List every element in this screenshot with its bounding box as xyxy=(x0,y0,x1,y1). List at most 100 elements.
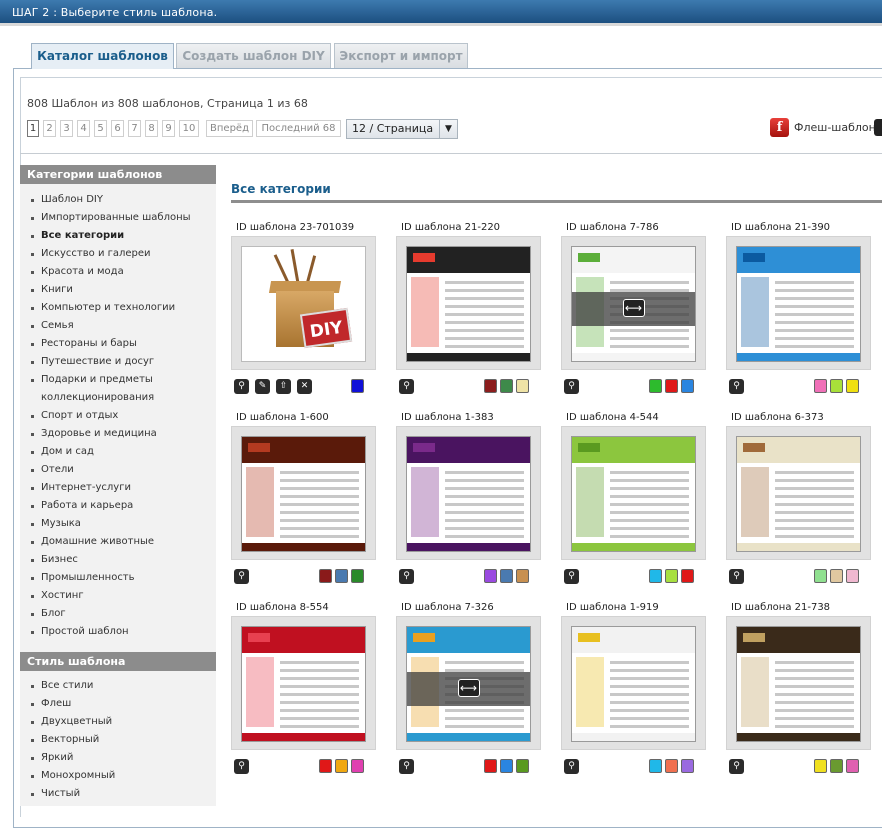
tab-template-catalog[interactable]: Каталог шаблонов xyxy=(31,43,174,69)
edit-button[interactable]: ✎ xyxy=(255,379,270,394)
sidebar-item-flash[interactable]: Флеш xyxy=(20,695,216,713)
color-swatch[interactable] xyxy=(484,759,497,773)
resize-overlay[interactable]: ⟷ xyxy=(407,672,530,706)
color-swatch[interactable] xyxy=(830,569,843,583)
color-swatch[interactable] xyxy=(335,569,348,583)
zoom-button[interactable]: ⚲ xyxy=(234,379,249,394)
sidebar-item-internet[interactable]: Интернет-услуги xyxy=(20,479,216,497)
page-link[interactable]: 5 xyxy=(94,120,107,137)
template-thumbnail[interactable]: ⟷ xyxy=(561,236,706,370)
template-thumbnail[interactable] xyxy=(726,236,871,370)
template-thumbnail[interactable] xyxy=(396,426,541,560)
color-swatch[interactable] xyxy=(846,569,859,583)
color-swatch[interactable] xyxy=(500,759,513,773)
color-swatch[interactable] xyxy=(649,569,662,583)
sidebar-item-books[interactable]: Книги xyxy=(20,281,216,299)
sidebar-item-bright[interactable]: Яркий xyxy=(20,749,216,767)
color-swatch[interactable] xyxy=(351,379,364,393)
template-thumbnail[interactable] xyxy=(561,426,706,560)
color-swatch[interactable] xyxy=(649,379,662,393)
color-swatch[interactable] xyxy=(846,759,859,773)
zoom-button[interactable]: ⚲ xyxy=(399,379,414,394)
zoom-button[interactable]: ⚲ xyxy=(399,759,414,774)
color-swatch[interactable] xyxy=(814,759,827,773)
sidebar-item-vector[interactable]: Векторный xyxy=(20,731,216,749)
tab-create-diy[interactable]: Создать шаблон DIY xyxy=(176,43,331,68)
resize-overlay[interactable]: ⟷ xyxy=(572,292,695,326)
template-thumbnail[interactable] xyxy=(726,426,871,560)
color-swatch[interactable] xyxy=(351,569,364,583)
delete-button[interactable]: ✕ xyxy=(297,379,312,394)
zoom-button[interactable]: ⚲ xyxy=(564,379,579,394)
sidebar-item-restaurants[interactable]: Рестораны и бары xyxy=(20,335,216,353)
template-thumbnail[interactable] xyxy=(231,616,376,750)
color-swatch[interactable] xyxy=(814,379,827,393)
sidebar-item-home[interactable]: Дом и сад xyxy=(20,443,216,461)
template-thumbnail[interactable] xyxy=(396,236,541,370)
zoom-button[interactable]: ⚲ xyxy=(564,569,579,584)
tab-export-import[interactable]: Экспорт и импорт xyxy=(334,43,468,68)
template-thumbnail[interactable]: DIY xyxy=(231,236,376,370)
sidebar-item-health[interactable]: Здоровье и медицина xyxy=(20,425,216,443)
page-link[interactable]: 8 xyxy=(145,120,158,137)
color-swatch[interactable] xyxy=(830,379,843,393)
page-link[interactable]: 1 xyxy=(27,120,39,137)
zoom-button[interactable]: ⚲ xyxy=(729,379,744,394)
zoom-button[interactable]: ⚲ xyxy=(234,759,249,774)
sidebar-item-all-categories[interactable]: Все категории xyxy=(20,227,216,245)
sidebar-item-beauty[interactable]: Красота и мода xyxy=(20,263,216,281)
zoom-button[interactable]: ⚲ xyxy=(729,759,744,774)
color-swatch[interactable] xyxy=(500,569,513,583)
sidebar-item-business[interactable]: Бизнес xyxy=(20,551,216,569)
color-swatch[interactable] xyxy=(681,569,694,583)
sidebar-item-computers[interactable]: Компьютер и технологии xyxy=(20,299,216,317)
page-link[interactable]: 2 xyxy=(43,120,56,137)
sidebar-item-two-color[interactable]: Двухцветный xyxy=(20,713,216,731)
sidebar-item-clean[interactable]: Чистый xyxy=(20,785,216,803)
sidebar-item-hotels[interactable]: Отели xyxy=(20,461,216,479)
zoom-button[interactable]: ⚲ xyxy=(399,569,414,584)
sidebar-item-monochrome[interactable]: Монохромный xyxy=(20,767,216,785)
sidebar-item-art[interactable]: Искусство и галереи xyxy=(20,245,216,263)
color-swatch[interactable] xyxy=(665,379,678,393)
color-swatch[interactable] xyxy=(649,759,662,773)
color-swatch[interactable] xyxy=(319,569,332,583)
sidebar-item-industry[interactable]: Промышленность xyxy=(20,569,216,587)
color-swatch[interactable] xyxy=(516,569,529,583)
sidebar-item-diy[interactable]: Шаблон DIY xyxy=(20,191,216,209)
color-swatch[interactable] xyxy=(681,759,694,773)
color-swatch[interactable] xyxy=(665,569,678,583)
sidebar-item-simple[interactable]: Простой шаблон xyxy=(20,623,216,641)
flash-filter-toggle[interactable] xyxy=(874,119,882,136)
template-thumbnail[interactable] xyxy=(561,616,706,750)
color-swatch[interactable] xyxy=(665,759,678,773)
color-swatch[interactable] xyxy=(335,759,348,773)
page-link[interactable]: 7 xyxy=(128,120,141,137)
color-swatch[interactable] xyxy=(484,379,497,393)
page-link[interactable]: 9 xyxy=(162,120,175,137)
zoom-button[interactable]: ⚲ xyxy=(234,569,249,584)
color-swatch[interactable] xyxy=(681,379,694,393)
sidebar-item-all-styles[interactable]: Все стили xyxy=(20,677,216,695)
sidebar-item-career[interactable]: Работа и карьера xyxy=(20,497,216,515)
color-swatch[interactable] xyxy=(319,759,332,773)
upload-button[interactable]: ⇧ xyxy=(276,379,291,394)
sidebar-item-gifts[interactable]: Подарки и предметы коллекционирования xyxy=(20,371,216,407)
sidebar-item-imported[interactable]: Импортированные шаблоны xyxy=(20,209,216,227)
sidebar-item-sport[interactable]: Спорт и отдых xyxy=(20,407,216,425)
color-swatch[interactable] xyxy=(846,379,859,393)
sidebar-item-hosting[interactable]: Хостинг xyxy=(20,587,216,605)
page-link[interactable]: 4 xyxy=(77,120,90,137)
page-link[interactable]: 3 xyxy=(60,120,73,137)
sidebar-item-pets[interactable]: Домашние животные xyxy=(20,533,216,551)
color-swatch[interactable] xyxy=(516,759,529,773)
last-page-link[interactable]: Последний 68 xyxy=(256,120,341,137)
zoom-button[interactable]: ⚲ xyxy=(729,569,744,584)
color-swatch[interactable] xyxy=(830,759,843,773)
sidebar-item-family[interactable]: Семья xyxy=(20,317,216,335)
per-page-select[interactable]: 12 / Страница ▼ xyxy=(346,119,458,139)
template-thumbnail[interactable] xyxy=(231,426,376,560)
template-thumbnail[interactable]: ⟷ xyxy=(396,616,541,750)
template-thumbnail[interactable] xyxy=(726,616,871,750)
color-swatch[interactable] xyxy=(516,379,529,393)
